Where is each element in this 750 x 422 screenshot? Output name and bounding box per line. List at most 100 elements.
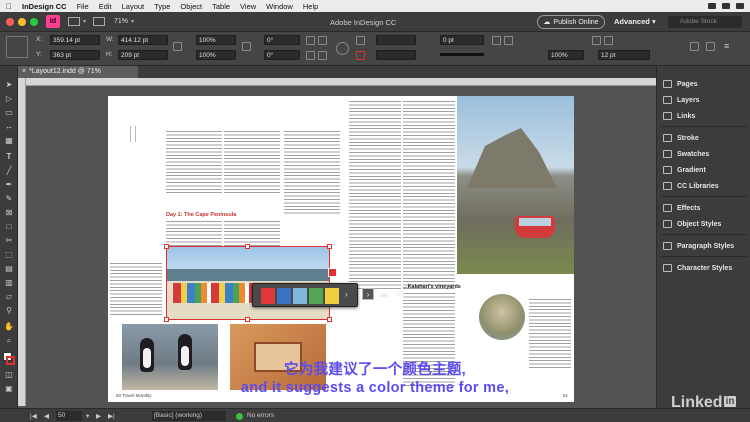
- theme-swatch[interactable]: [309, 288, 323, 304]
- animal-circle-photo[interactable]: [479, 294, 525, 340]
- close-window-icon[interactable]: [6, 17, 14, 26]
- fill-dropdown[interactable]: [376, 35, 416, 45]
- panel-links[interactable]: Links: [663, 112, 695, 120]
- x-position-field[interactable]: 359.14 pt: [50, 35, 100, 45]
- document-tab[interactable]: × *Layout12.indd @ 71%: [18, 66, 138, 78]
- gradient-tool-icon[interactable]: ▤: [4, 264, 14, 273]
- panel-menu-icon[interactable]: ≡: [724, 42, 733, 51]
- gap-tool-icon[interactable]: ↔: [4, 122, 14, 131]
- page-number-field[interactable]: 50: [56, 411, 82, 421]
- minimize-window-icon[interactable]: [18, 17, 26, 26]
- resize-handle[interactable]: [164, 317, 169, 322]
- type-tool-icon[interactable]: T: [4, 152, 14, 161]
- theme-swatch[interactable]: [325, 288, 339, 304]
- rotate-icon[interactable]: [306, 36, 315, 45]
- hand-tool-icon[interactable]: ✋: [4, 322, 14, 331]
- battery-icon[interactable]: [722, 3, 730, 9]
- select-container-icon[interactable]: [336, 42, 349, 55]
- opacity-field[interactable]: 100%: [548, 50, 584, 60]
- line-tool-icon[interactable]: ╱: [4, 166, 14, 175]
- page-tool-icon[interactable]: ▭: [4, 108, 14, 117]
- theme-menu-icon[interactable]: ›: [362, 288, 374, 300]
- rotation-angle-field[interactable]: 0°: [264, 35, 300, 45]
- chevron-down-icon[interactable]: ▾: [86, 412, 89, 420]
- gradient-feather-tool-icon[interactable]: ▥: [4, 278, 14, 287]
- menu-layout[interactable]: Layout: [122, 2, 145, 11]
- pencil-tool-icon[interactable]: ✎: [4, 194, 14, 203]
- theme-swatch[interactable]: [293, 288, 307, 304]
- rectangle-frame-tool-icon[interactable]: ⊠: [4, 208, 14, 217]
- close-tab-icon[interactable]: ×: [22, 68, 26, 75]
- panel-cc-libraries[interactable]: CC Libraries: [663, 182, 719, 190]
- zoom-tool-icon[interactable]: ⌕: [4, 336, 14, 345]
- prev-page-icon[interactable]: ◀: [44, 412, 49, 420]
- cc-libraries-add-icon[interactable]: ☁: [378, 287, 389, 300]
- next-page-icon[interactable]: ▶: [96, 412, 101, 420]
- zoom-window-icon[interactable]: [30, 17, 38, 26]
- color-theme-tool-icon[interactable]: [328, 268, 337, 277]
- height-field[interactable]: 209 pt: [118, 50, 168, 60]
- y-position-field[interactable]: 363 pt: [50, 50, 100, 60]
- note-tool-icon[interactable]: ▱: [4, 292, 14, 301]
- eyedropper-tool-icon[interactable]: ⚲: [4, 306, 14, 315]
- screen-mode-icon[interactable]: [68, 17, 80, 26]
- width-field[interactable]: 414.12 pt: [118, 35, 168, 45]
- menu-window[interactable]: Window: [266, 2, 293, 11]
- publish-online-button[interactable]: ☁ Publish Online: [537, 15, 605, 29]
- menu-help[interactable]: Help: [303, 2, 318, 11]
- horizontal-ruler[interactable]: [18, 78, 656, 86]
- link-scale-icon[interactable]: [242, 42, 251, 51]
- drop-shadow-icon[interactable]: [504, 36, 513, 45]
- panel-paragraph-styles[interactable]: Paragraph Styles: [663, 242, 734, 250]
- menu-type[interactable]: Type: [154, 2, 170, 11]
- wifi-icon[interactable]: [708, 3, 716, 9]
- arrange-documents-icon[interactable]: [93, 17, 106, 26]
- resize-handle[interactable]: [327, 244, 332, 249]
- theme-swatch[interactable]: [277, 288, 291, 304]
- menu-edit[interactable]: Edit: [99, 2, 112, 11]
- fill-swatch-icon[interactable]: [356, 36, 365, 45]
- zoom-level[interactable]: 71%: [114, 18, 128, 25]
- direct-selection-tool-icon[interactable]: ▷: [4, 94, 14, 103]
- panel-character-styles[interactable]: Character Styles: [663, 264, 732, 272]
- menu-view[interactable]: View: [240, 2, 256, 11]
- preflight-profile[interactable]: [Basic] (working): [152, 411, 226, 421]
- menu-file[interactable]: File: [77, 2, 89, 11]
- free-transform-tool-icon[interactable]: ⬚: [4, 250, 14, 259]
- menu-object[interactable]: Object: [180, 2, 202, 11]
- panel-effects[interactable]: Effects: [663, 204, 700, 212]
- panel-gradient[interactable]: Gradient: [663, 166, 706, 174]
- view-options[interactable]: ▾ 71% ▾: [68, 17, 134, 26]
- panel-layers[interactable]: Layers: [663, 96, 700, 104]
- theme-options-chevron-icon[interactable]: ›: [345, 290, 348, 299]
- resize-handle[interactable]: [245, 244, 250, 249]
- shear-angle-field[interactable]: 0°: [264, 50, 300, 60]
- add-to-swatches-icon[interactable]: ▤: [396, 288, 405, 299]
- frame-fitting-icon[interactable]: [690, 42, 699, 51]
- stroke-type-preview[interactable]: [440, 53, 484, 56]
- left-page[interactable]: Day 1: The Cape Peninsula 50 Travel Mont…: [108, 96, 341, 402]
- theme-swatch[interactable]: [261, 288, 275, 304]
- first-page-icon[interactable]: |◀: [30, 412, 37, 420]
- selection-tool-icon[interactable]: ➤: [4, 80, 14, 89]
- text-wrap-around-icon[interactable]: [604, 36, 613, 45]
- effects-icon[interactable]: [492, 36, 501, 45]
- scale-x-field[interactable]: 100%: [196, 35, 236, 45]
- apple-icon[interactable]: : [6, 2, 16, 11]
- rectangle-tool-icon[interactable]: □: [4, 222, 14, 231]
- table-mountain-photo[interactable]: [457, 96, 574, 274]
- text-wrap-icon[interactable]: [592, 36, 601, 45]
- resize-handle[interactable]: [164, 244, 169, 249]
- vertical-ruler[interactable]: [18, 78, 26, 406]
- panel-stroke[interactable]: Stroke: [663, 134, 699, 142]
- align-icon[interactable]: [706, 42, 715, 51]
- scissors-tool-icon[interactable]: ✂: [4, 236, 14, 245]
- stroke-dropdown[interactable]: [376, 50, 416, 60]
- workspace-switcher[interactable]: Advanced ▾: [614, 17, 656, 26]
- panel-object-styles[interactable]: Object Styles: [663, 220, 721, 228]
- reference-point-icon[interactable]: [6, 36, 28, 58]
- scale-y-field[interactable]: 100%: [196, 50, 236, 60]
- app-menu[interactable]: InDesign CC: [22, 2, 67, 11]
- search-icon[interactable]: [736, 3, 744, 9]
- resize-handle[interactable]: [327, 317, 332, 322]
